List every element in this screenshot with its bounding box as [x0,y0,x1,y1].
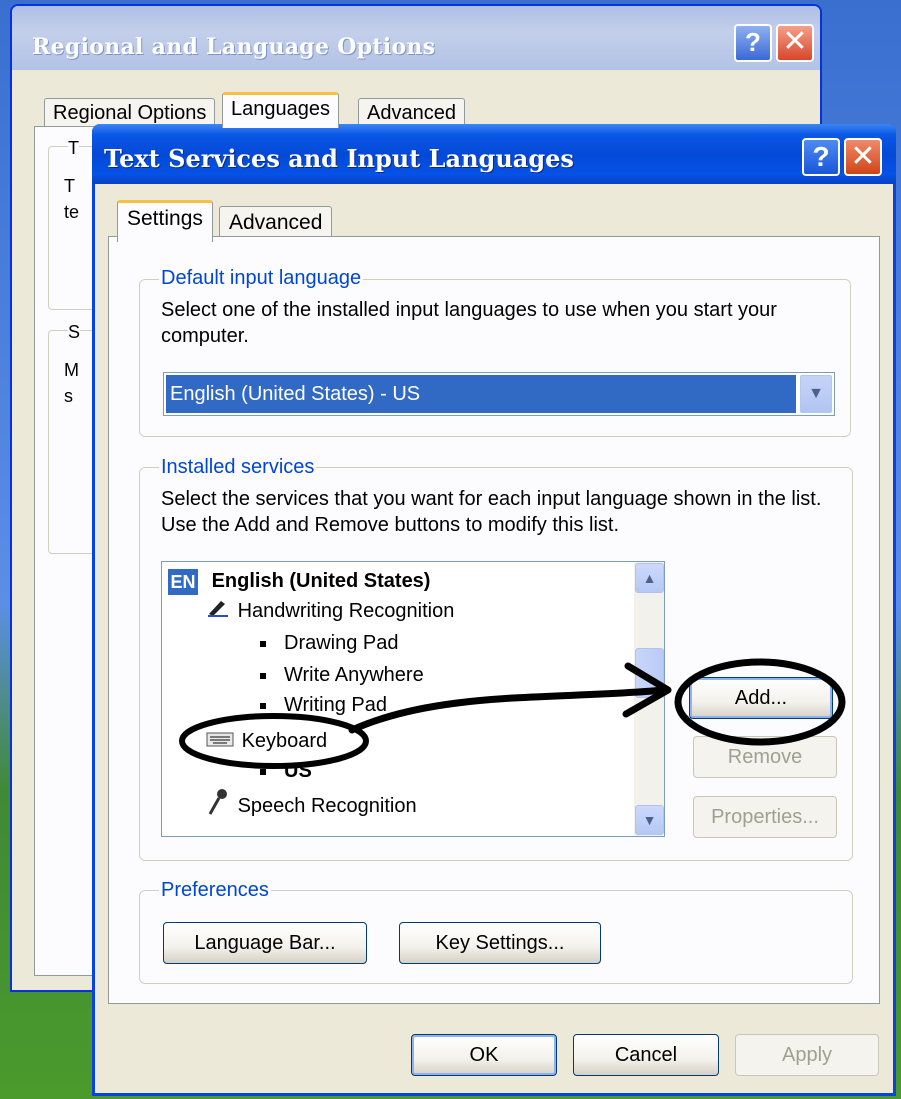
add-button[interactable]: Add... [689,677,833,719]
scroll-down-icon[interactable]: ▼ [635,805,664,835]
bullet-icon [260,702,266,709]
back-fragment: s [64,386,73,406]
language-badge: EN [168,568,198,595]
tab-languages[interactable]: Languages [222,92,339,128]
handwriting-label: Handwriting Recognition [237,600,455,622]
default-input-language-value: English (United States) - US [166,375,796,413]
key-settings-button[interactable]: Key Settings... [399,922,601,964]
preferences-label: Preferences [159,879,271,901]
list-item-us-layout[interactable]: US [260,756,312,786]
us-layout-label: US [284,760,312,782]
list-item-keyboard[interactable]: Keyboard [206,726,327,757]
close-icon[interactable]: ✕ [844,138,882,176]
bullet-icon [260,640,266,647]
tab-advanced[interactable]: Advanced [219,206,333,240]
microphone-icon [206,788,232,825]
list-item-speech[interactable]: Speech Recognition [206,788,417,825]
dialog-title-bar[interactable]: Text Services and Input Languages ? ✕ [92,124,896,184]
back-fragment: M [64,360,79,380]
pen-icon [206,596,232,627]
installed-services-list[interactable]: EN English (United States) Handwriting R… [161,561,665,837]
back-title-bar: Regional and Language Options ? ✕ [12,6,820,70]
back-close-icon[interactable]: ✕ [776,24,814,62]
help-icon[interactable]: ? [802,138,840,176]
list-scrollbar[interactable]: ▲ ▼ [634,562,664,836]
back-fragment: te [64,202,80,222]
apply-button[interactable]: Apply [735,1034,879,1076]
installed-services-label: Installed services [159,456,317,478]
back-fragment: T [64,176,75,196]
keyboard-label: Keyboard [241,730,328,752]
list-item-drawing-pad[interactable]: Drawing Pad [260,628,399,658]
text-services-dialog: Text Services and Input Languages ? ✕ Se… [92,124,896,1096]
list-item-language[interactable]: EN English (United States) [168,566,430,596]
speech-label: Speech Recognition [237,794,417,817]
chevron-down-icon[interactable]: ▼ [800,375,832,413]
back-fragment: T [68,138,79,159]
default-input-description: Select one of the installed input langua… [161,299,777,347]
language-name: English (United States) [211,570,431,592]
list-item-writing-pad[interactable]: Writing Pad [260,690,387,720]
properties-button[interactable]: Properties... [693,796,837,838]
list-item-write-anywhere[interactable]: Write Anywhere [260,660,424,690]
write-anywhere-label: Write Anywhere [284,664,424,686]
tab-settings[interactable]: Settings [117,200,213,242]
default-input-language-label: Default input language [159,267,364,289]
writing-pad-label: Writing Pad [284,694,388,716]
back-window-title: Regional and Language Options [32,34,436,60]
dialog-title: Text Services and Input Languages [104,144,574,173]
installed-services-description: Select the services that you want for ea… [161,488,822,536]
scroll-thumb[interactable] [635,648,664,698]
back-help-icon[interactable]: ? [734,24,772,62]
bullet-icon [260,672,266,679]
default-input-language-select[interactable]: English (United States) - US ▼ [163,372,835,416]
drawing-pad-label: Drawing Pad [284,632,399,654]
list-item-handwriting[interactable]: Handwriting Recognition [206,596,454,627]
back-fragment: S [68,322,81,343]
cancel-button[interactable]: Cancel [573,1034,719,1076]
bullet-icon [260,768,266,775]
keyboard-icon [206,727,236,757]
remove-button[interactable]: Remove [693,736,837,778]
scroll-up-icon[interactable]: ▲ [635,563,664,593]
ok-button[interactable]: OK [411,1034,557,1076]
language-bar-button[interactable]: Language Bar... [163,922,367,964]
